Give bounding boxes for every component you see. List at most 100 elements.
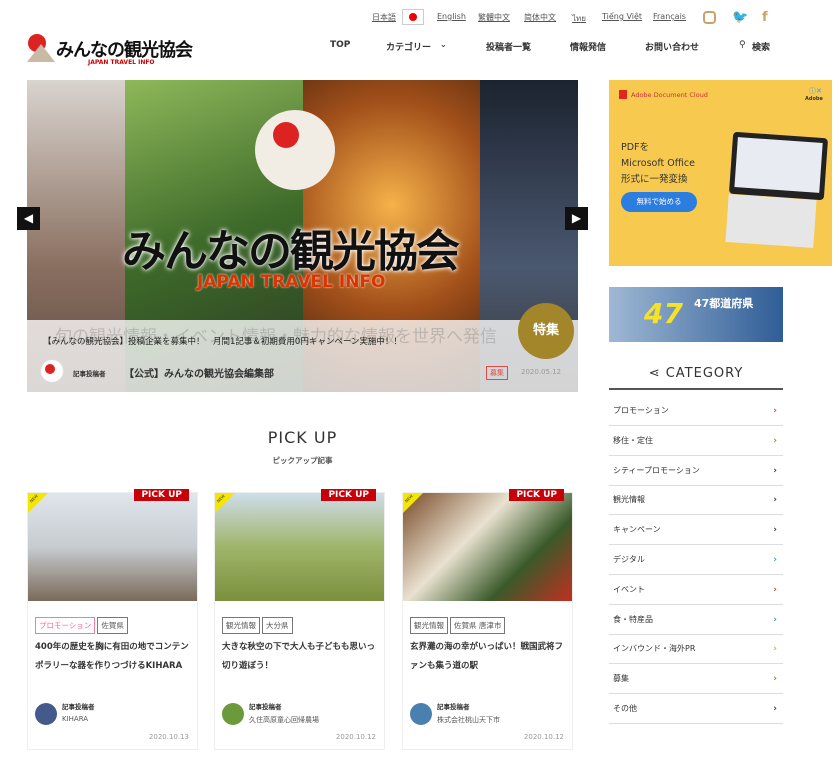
chevron-right-icon: ›: [773, 435, 777, 446]
ad-line: 形式に一発変換: [621, 174, 688, 185]
lang-traditional-chinese[interactable]: 繁體中文: [478, 12, 510, 23]
card-title[interactable]: 玄界灘の海の幸がいっぱい！戦国武将ファンも集う道の駅: [410, 638, 570, 676]
sidebar-category-item[interactable]: プロモーション ›: [609, 396, 783, 426]
hero-slider[interactable]: みんなの観光協会 JAPAN TRAVEL INFO 旬の観光情報・イベント情報…: [27, 80, 578, 392]
category-label: 募集: [613, 674, 629, 684]
facebook-icon[interactable]: f: [762, 10, 768, 25]
chevron-right-icon: ›: [773, 674, 777, 685]
feature-badge: 特集: [518, 303, 574, 359]
author-label: 記事投稿者: [62, 703, 95, 711]
sidebar-category-item[interactable]: シティープロモーション ›: [609, 456, 783, 486]
card-image[interactable]: NEW PICK UP: [28, 489, 197, 601]
nav-publish[interactable]: 情報発信: [570, 40, 606, 53]
pickup-badge: PICK UP: [509, 489, 564, 501]
laptop-image: [728, 131, 829, 201]
chevron-right-icon: ›: [773, 704, 777, 714]
pickup-card[interactable]: NEW PICK UP 観光情報 佐賀県 唐津市 玄界灘の海の幸がいっぱい！戦国武…: [402, 489, 573, 750]
lang-vietnamese[interactable]: Tiếng Việt: [602, 12, 642, 21]
author-name[interactable]: 株式会社桃山天下市: [437, 715, 500, 725]
category-label: イベント: [613, 584, 645, 594]
nav-authors[interactable]: 投稿者一覧: [486, 40, 531, 53]
category-label: その他: [613, 704, 637, 713]
sidebar-category-item[interactable]: 募集 ›: [609, 664, 783, 695]
post-date: 2020.10.12: [335, 733, 376, 741]
chevron-right-icon: ›: [773, 614, 777, 625]
card-title[interactable]: 400年の歴史を胸に有田の地でコンテンポラリーな器を作りつづけるKIHARA: [35, 638, 195, 676]
card-tag[interactable]: 観光情報: [222, 617, 260, 634]
share-icon: ⋖: [648, 366, 666, 381]
adobe-logo: Adobe: [805, 96, 823, 102]
card-tag[interactable]: プロモーション: [35, 617, 96, 634]
lang-simplified-chinese[interactable]: 简体中文: [524, 12, 556, 23]
author-label: 記事投稿者: [437, 703, 470, 711]
card-image[interactable]: NEW PICK UP: [215, 489, 384, 601]
author-name[interactable]: 久住高原童心回帰農場: [249, 715, 319, 725]
search-icon[interactable]: ⚲: [739, 40, 746, 50]
chevron-right-icon: ›: [773, 495, 777, 506]
logo-subtext: JAPAN TRAVEL INFO: [88, 59, 155, 66]
category-label: デジタル: [613, 555, 645, 564]
nav-category[interactable]: カテゴリー: [386, 40, 431, 53]
pickup-card[interactable]: NEW PICK UP プロモーション 佐賀県 400年の歴史を胸に有田の地でコン…: [27, 489, 198, 750]
instagram-icon[interactable]: [703, 11, 716, 24]
category-label: 観光情報: [613, 495, 645, 505]
hero-logo-text: みんなの観光協会: [122, 226, 460, 277]
chevron-right-icon: ›: [773, 584, 777, 595]
lang-thai[interactable]: ไทย: [572, 12, 586, 25]
slide-caption[interactable]: 旬の観光情報・イベント情報・魅力的な情報を世界へ発信 【みんなの観光協会】投稿企…: [27, 320, 578, 392]
hero-logo-subtext: JAPAN TRAVEL INFO: [197, 272, 386, 292]
sidebar-category-item[interactable]: 食・特産品 ›: [609, 605, 783, 635]
logo-mountain-icon: [27, 44, 55, 62]
nav-top[interactable]: TOP: [330, 40, 350, 50]
pickup-badge: PICK UP: [321, 489, 376, 501]
post-date: 2020.05.12: [521, 368, 562, 376]
chevron-right-icon: ›: [773, 525, 777, 536]
category-label: 移住・定住: [613, 435, 653, 445]
card-tag[interactable]: 佐賀県 唐津市: [450, 617, 506, 634]
japan-flag-icon: [402, 9, 424, 25]
sidebar-category-item[interactable]: 観光情報 ›: [609, 485, 783, 516]
ad-cta-button[interactable]: 無料で始める: [621, 192, 697, 212]
sidebar-category-item[interactable]: 移住・定住 ›: [609, 426, 783, 456]
sidebar-category-item[interactable]: インバウンド・海外PR ›: [609, 634, 783, 665]
card-image[interactable]: NEW PICK UP: [403, 489, 572, 601]
post-date: 2020.10.13: [148, 733, 189, 741]
lang-french[interactable]: Français: [653, 12, 686, 21]
banner-number: 47: [644, 297, 683, 330]
ad-line: PDFを: [621, 142, 650, 153]
twitter-icon[interactable]: 🐦: [732, 10, 748, 25]
lang-english[interactable]: English: [437, 12, 466, 21]
author-avatar: [40, 359, 64, 383]
next-slide-button[interactable]: ▶: [565, 207, 588, 230]
sidebar-category-item[interactable]: キャンペーン ›: [609, 515, 783, 546]
card-tag[interactable]: 佐賀県: [97, 617, 128, 634]
prefectures-banner[interactable]: 47 47都道府県: [609, 287, 783, 342]
hero-logo-emblem: [255, 110, 335, 190]
author-name[interactable]: 【公式】みんなの観光協会編集部: [124, 365, 274, 380]
nav-contact[interactable]: お問い合わせ: [645, 40, 699, 53]
category-heading: ⋖ CATEGORY: [609, 366, 783, 390]
prev-slide-button[interactable]: ◀: [17, 207, 40, 230]
sidebar-category-item[interactable]: イベント ›: [609, 575, 783, 605]
chevron-down-icon[interactable]: ⌄: [440, 40, 447, 49]
keyboard-image: [725, 193, 817, 249]
category-label: プロモーション: [613, 406, 669, 415]
card-title[interactable]: 大きな秋空の下で大人も子どもも思いっ切り遊ぼう！: [222, 638, 382, 676]
chevron-right-icon: ›: [773, 465, 777, 476]
pickup-card[interactable]: NEW PICK UP 観光情報 大分県 大きな秋空の下で大人も子どもも思いっ切り…: [214, 489, 385, 750]
author-name[interactable]: KIHARA: [62, 715, 88, 723]
ad-brand: Adobe Document Cloud: [631, 91, 708, 99]
card-tag[interactable]: 観光情報: [410, 617, 448, 634]
hero-title[interactable]: 【みんなの観光協会】投稿企業を募集中！ 月間1記事＆初期費用0円キャンペーン実施…: [43, 335, 402, 347]
card-tag[interactable]: 大分県: [262, 617, 293, 634]
pickup-title: PICK UP: [267, 428, 338, 447]
advertisement[interactable]: Adobe Document Cloud ⓘ✕ Adobe PDFを Micro…: [609, 80, 832, 266]
sidebar-category-item[interactable]: その他 ›: [609, 694, 783, 724]
category-label: 食・特産品: [613, 614, 653, 624]
ad-close-icon[interactable]: ⓘ✕: [809, 86, 822, 96]
sidebar-category-item[interactable]: デジタル ›: [609, 545, 783, 575]
category-tag[interactable]: 募集: [486, 366, 508, 380]
lang-japanese[interactable]: 日本語: [372, 12, 396, 23]
author-avatar: [222, 703, 244, 725]
nav-search[interactable]: 検索: [752, 40, 770, 53]
